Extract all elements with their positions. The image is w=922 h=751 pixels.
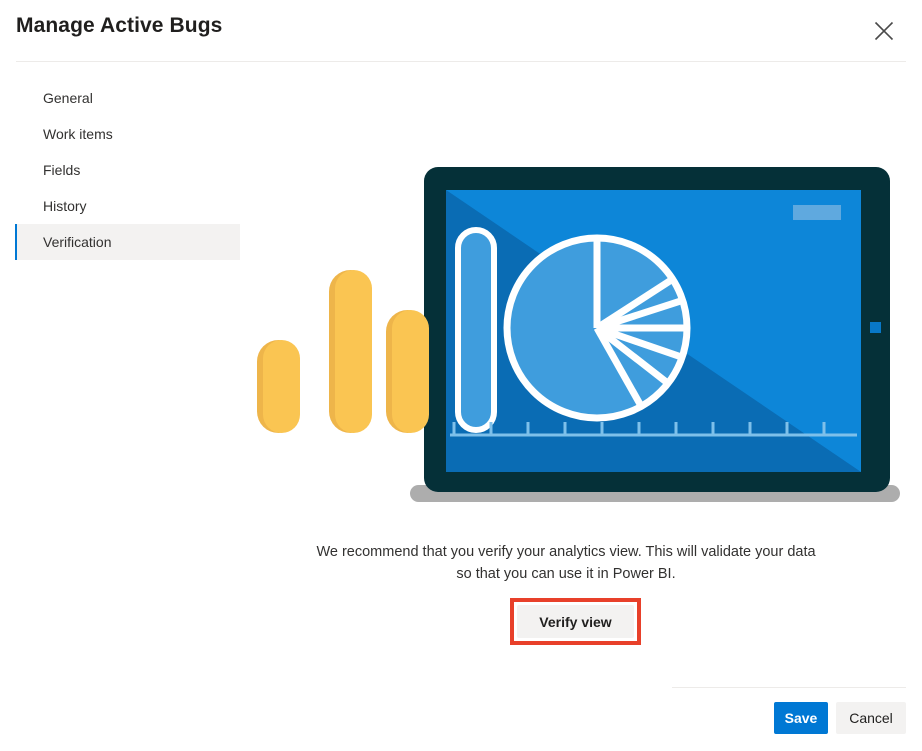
- verification-description: We recommend that you verify your analyt…: [316, 544, 816, 582]
- screen-badge: [793, 205, 841, 220]
- footer-divider: [672, 687, 906, 688]
- save-button[interactable]: Save: [774, 702, 828, 734]
- analytics-tablet-illustration: [250, 160, 900, 505]
- screen-pill-bar: [455, 227, 497, 433]
- sidebar-item-label: General: [43, 90, 93, 106]
- sidebar-item-label: Verification: [43, 234, 112, 250]
- close-button[interactable]: [862, 9, 906, 53]
- sidebar-item-work-items[interactable]: Work items: [15, 116, 240, 152]
- bar-1: [257, 340, 300, 433]
- sidebar-item-label: Fields: [43, 162, 81, 178]
- cancel-button[interactable]: Cancel: [836, 702, 906, 734]
- bar-3: [386, 310, 429, 433]
- close-icon: [873, 20, 895, 42]
- header-divider: [16, 61, 906, 62]
- sidebar-item-label: Work items: [43, 126, 113, 142]
- sidebar-item-label: History: [43, 198, 87, 214]
- foreground-bar-chart: [257, 270, 429, 433]
- tablet-side-button: [870, 322, 881, 333]
- sidebar-item-general[interactable]: General: [15, 80, 240, 116]
- page-title: Manage Active Bugs: [16, 14, 223, 37]
- sidebar-item-history[interactable]: History: [15, 188, 240, 224]
- sidebar-nav: General Work items Fields History Verifi…: [15, 80, 240, 260]
- sidebar-item-fields[interactable]: Fields: [15, 152, 240, 188]
- sidebar-item-verification[interactable]: Verification: [15, 224, 240, 260]
- verify-view-button[interactable]: Verify view: [517, 605, 634, 638]
- bar-2: [329, 270, 372, 433]
